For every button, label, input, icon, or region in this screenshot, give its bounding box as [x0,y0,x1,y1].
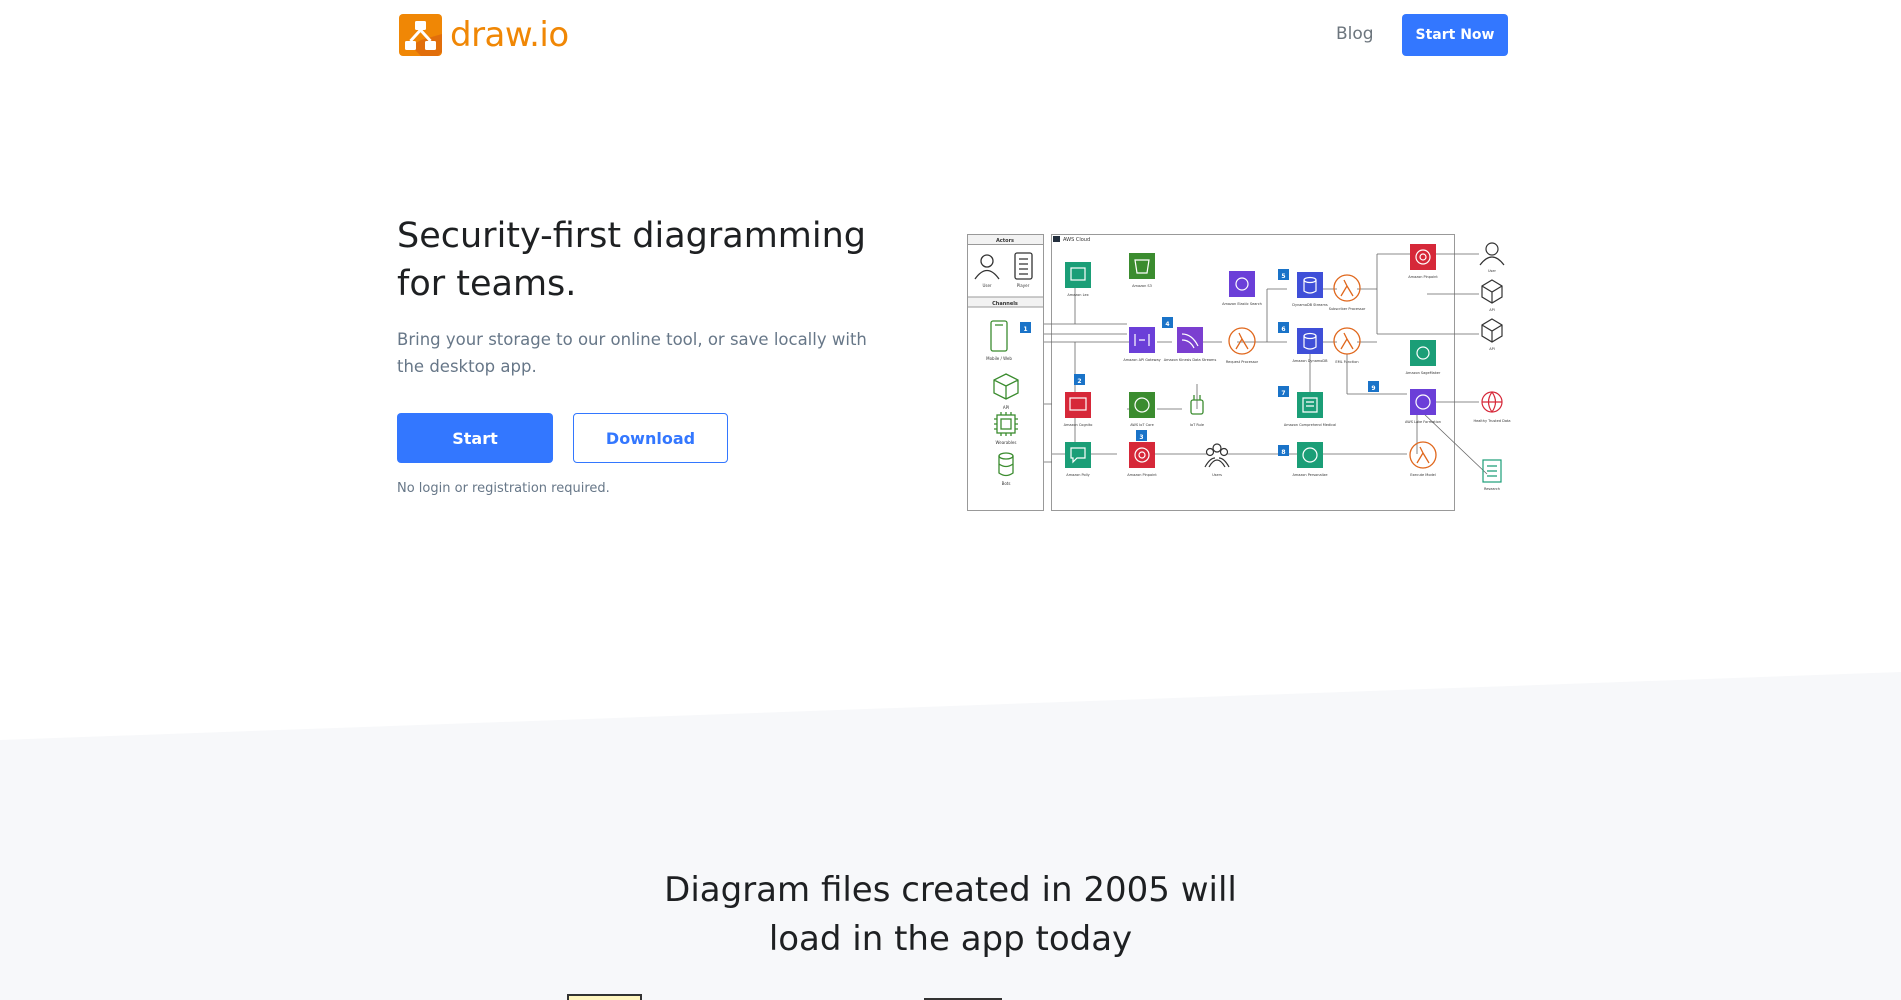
svg-text:User: User [1488,269,1497,273]
amazon-lex-icon [1065,262,1091,288]
right-api-icon-1 [1481,279,1503,304]
section-title-line-1: Diagram files created in 2005 will [664,870,1237,910]
cognito-icon [1065,392,1091,418]
download-button[interactable]: Download [573,413,728,463]
badge-5: 5 [1281,273,1285,280]
svg-text:Subscriber Processor: Subscriber Processor [1329,307,1366,311]
svg-text:AWS IoT Core: AWS IoT Core [1130,423,1154,427]
personalize-icon [1297,442,1323,468]
elasticsearch-icon [1229,271,1255,297]
amazon-pinpoint-icon [1410,244,1436,270]
badge-2: 2 [1077,378,1081,385]
architecture-diagram: Actors Channels User Player Mobile / Web… [967,234,1511,511]
svg-text:API: API [1489,347,1495,351]
svg-text:Amazon S3: Amazon S3 [1132,284,1152,288]
channel-label-mobile: Mobile / Web [986,356,1012,361]
svg-text:Amazon Lex: Amazon Lex [1067,293,1088,297]
svg-text:Amazon Comprehend Medical: Amazon Comprehend Medical [1284,423,1336,427]
svg-text:Request Processor: Request Processor [1226,360,1259,364]
site-header: draw.io Blog Start Now [0,0,1901,70]
svg-text:DynamoDB Streams: DynamoDB Streams [1292,303,1328,307]
start-now-button[interactable]: Start Now [1402,14,1508,56]
nav-blog-link[interactable]: Blog [1336,24,1374,44]
svg-text:Users: Users [1212,473,1222,477]
svg-text:Amazon API Gateway: Amazon API Gateway [1123,358,1160,362]
svg-text:Amazon Cognito: Amazon Cognito [1064,423,1093,427]
pinpoint-icon-2 [1129,442,1155,468]
badge-6: 6 [1281,326,1285,333]
right-user-icon [1479,242,1505,266]
channel-label-bots: Bots [1002,481,1011,486]
svg-text:AWS Lake Formation: AWS Lake Formation [1405,420,1441,424]
right-api-icon-2 [1481,318,1503,343]
channel-label-api: API [1003,405,1009,410]
svg-text:Research: Research [1484,487,1500,491]
dynamodb-icon [1297,328,1323,354]
svg-text:Amazon SageMaker: Amazon SageMaker [1406,371,1441,375]
no-login-note: No login or registration required. [397,481,610,496]
legacy-diagram-thumbnail [567,994,642,1000]
aws-cloud-label: AWS Cloud [1063,237,1090,243]
svg-text:Amazon Pinpoint: Amazon Pinpoint [1408,275,1438,279]
svg-text:Amazon Pinpoint: Amazon Pinpoint [1127,473,1157,477]
badge-1: 1 [1023,326,1027,333]
badge-4: 4 [1165,321,1169,328]
logo-text: draw.io [450,15,569,55]
sagemaker-icon [1410,340,1436,366]
iot-core-icon [1129,392,1155,418]
section-title: Diagram files created in 2005 will load … [0,866,1901,964]
actor-label-player: Player [1017,283,1030,288]
svg-text:IoT Rule: IoT Rule [1190,423,1204,427]
svg-text:EML Function: EML Function [1335,360,1358,364]
kinesis-icon [1177,327,1203,353]
badge-9: 9 [1371,385,1375,392]
lake-formation-icon [1410,389,1436,415]
actor-label-user: User [982,283,991,288]
dynamodb-streams-icon [1297,272,1323,298]
polly-icon [1065,442,1091,468]
drawio-logo-icon [399,14,442,56]
svg-text:API: API [1489,308,1495,312]
badge-8: 8 [1281,449,1285,456]
research-notebook-icon [1482,459,1502,483]
hero-subtitle: Bring your storage to our online tool, o… [397,330,867,376]
api-gateway-icon [1129,327,1155,353]
svg-text:Amazon Kinesis Data Streams: Amazon Kinesis Data Streams [1164,358,1217,362]
trusted-data-globe-icon [1481,391,1503,413]
svg-text:Healthy Trusted Data: Healthy Trusted Data [1474,419,1511,423]
comprehend-medical-icon [1297,392,1323,418]
svg-text:Amazon DynamoDB: Amazon DynamoDB [1292,359,1328,363]
badge-3: 3 [1139,434,1143,441]
amazon-s3-icon [1129,253,1155,279]
svg-text:Amazon Elastic Search: Amazon Elastic Search [1222,302,1262,306]
badge-7: 7 [1281,390,1285,397]
section-title-line-2: load in the app today [768,919,1133,959]
channels-label: Channels [992,301,1018,307]
svg-text:Amazon Polly: Amazon Polly [1066,473,1089,477]
actors-label: Actors [996,238,1014,244]
hero-title: Security-first diagramming for teams. [397,216,867,304]
logo[interactable]: draw.io [399,14,569,56]
start-button[interactable]: Start [397,413,553,463]
svg-text:Amazon Personalize: Amazon Personalize [1292,473,1327,477]
channel-label-wearables: Wearables [996,440,1017,445]
svg-text:Execute Model: Execute Model [1410,473,1436,477]
